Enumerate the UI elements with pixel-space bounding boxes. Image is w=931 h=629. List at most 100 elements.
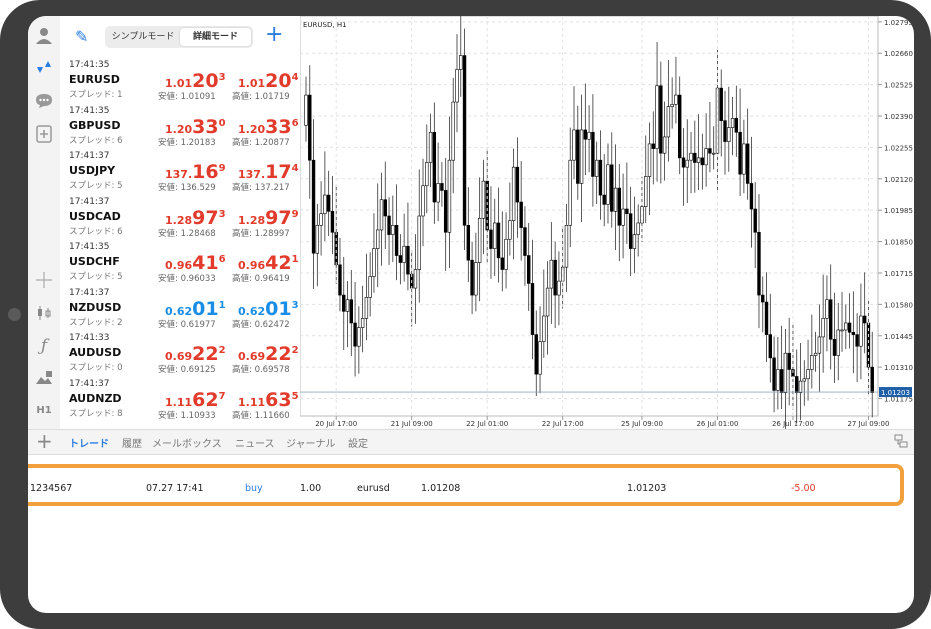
account-icon[interactable] — [34, 25, 54, 45]
candle-body — [470, 259, 474, 296]
bid-pip: 3 — [218, 72, 226, 83]
quote-bid[interactable]: 0.96416 — [165, 252, 226, 274]
ask-pip: 4 — [291, 163, 299, 174]
quote-row[interactable]: 17:41:37 USDJPY スプレッド: 5 137.169 137.174 安値: … — [60, 150, 300, 196]
ask-prefix: 0.69 — [238, 350, 266, 363]
quote-low: 安値: 0.61977 — [158, 319, 216, 330]
quotes-icon[interactable] — [34, 57, 54, 77]
detail-mode-button[interactable]: 詳細モード — [180, 28, 251, 46]
ask-prefix: 0.62 — [238, 304, 266, 318]
quote-bid[interactable]: 1.28973 — [165, 207, 226, 229]
ask-pip: 9 — [291, 208, 299, 220]
quote-row[interactable]: 17:41:37 AUDNZD スプレッド: 8 1.11627 1.11635 安値: … — [60, 378, 300, 424]
tab-trade[interactable]: トレード — [69, 435, 109, 450]
mode-switch: シンプルモード 詳細モード — [105, 26, 253, 48]
quote-time: 17:41:35 — [69, 105, 110, 116]
chat-icon[interactable] — [34, 91, 54, 111]
timeframe-icon[interactable]: H1 — [34, 400, 54, 420]
bottom-tab-bar: + トレード 履歴 メールボックス ニュース ジャーナル 設定 — [28, 429, 914, 455]
quote-bid[interactable]: 1.20330 — [165, 116, 226, 138]
add-symbol-icon[interactable]: + — [265, 22, 283, 47]
objects-icon[interactable] — [34, 368, 54, 388]
tab-news[interactable]: ニュース — [235, 435, 275, 450]
candle-body — [342, 294, 346, 312]
x-tick-label: 26 Jul 01:00 — [696, 420, 738, 428]
candle-body — [515, 166, 520, 203]
candle-body — [727, 127, 731, 142]
chart-svg[interactable]: EURUSD, H1 1.027951.026601.025251.023901.… — [300, 16, 914, 429]
tab-settings[interactable]: 設定 — [348, 435, 368, 450]
ask-big: 42 — [265, 252, 292, 274]
candle-body — [417, 215, 421, 270]
candle-body — [326, 194, 331, 212]
quote-ask[interactable]: 1.01204 — [238, 70, 299, 92]
candle-body — [489, 229, 493, 249]
quote-bid[interactable]: 1.01203 — [165, 70, 226, 92]
candle-body — [606, 164, 610, 205]
trade-row[interactable]: 1234567 07.27 17:41 buy 1.00 eurusd 1.01… — [28, 464, 904, 506]
candle-body — [851, 331, 856, 335]
new-order-icon[interactable] — [34, 124, 54, 144]
bid-prefix: 1.11 — [165, 395, 193, 409]
candle-body — [636, 222, 640, 235]
simple-mode-button[interactable]: シンプルモード — [107, 28, 179, 46]
quote-row[interactable]: 17:41:35 GBPUSD スプレッド: 6 1.20330 1.20336 安値: … — [60, 105, 300, 151]
candle-body — [678, 94, 682, 159]
bid-big: 20 — [192, 70, 219, 92]
edit-icon[interactable]: ✎ — [75, 27, 88, 46]
trade-ticket: 1234567 — [30, 483, 73, 494]
indicators-icon[interactable] — [34, 303, 54, 323]
quote-bid[interactable]: 0.69222 — [165, 343, 226, 365]
candle-body — [749, 183, 754, 210]
add-icon[interactable]: + — [36, 429, 53, 453]
candle-body — [870, 366, 874, 394]
bid-pip: 1 — [218, 299, 226, 311]
bid-prefix: 137. — [165, 168, 193, 181]
candle-body — [840, 329, 844, 332]
quote-symbol: GBPUSD — [69, 118, 121, 132]
candle-body — [594, 159, 599, 177]
quote-ask[interactable]: 0.96421 — [238, 252, 299, 274]
function-icon[interactable]: ƒ — [34, 336, 54, 356]
candle-body — [545, 287, 550, 317]
quote-ask[interactable]: 0.62013 — [238, 298, 299, 320]
quote-row[interactable]: 17:41:35 USDCHF スプレッド: 5 0.96416 0.96421 安値: … — [60, 241, 300, 287]
ask-big: 63 — [265, 388, 292, 411]
quote-symbol: USDCHF — [69, 255, 120, 268]
ask-big: 20 — [265, 70, 292, 92]
crosshair-icon[interactable] — [34, 270, 54, 290]
quote-time: 17:41:37 — [69, 378, 110, 389]
candle-body — [772, 357, 776, 391]
quote-ask[interactable]: 137.174 — [238, 161, 299, 183]
candle-body — [436, 183, 440, 203]
tab-history[interactable]: 履歴 — [122, 435, 142, 450]
candle-body — [334, 231, 338, 266]
quote-bid[interactable]: 0.62011 — [165, 298, 226, 320]
y-tick-label: 1.01850 — [884, 239, 913, 247]
candle-body — [376, 229, 380, 249]
quote-row[interactable]: 17:41:37 NZDUSD スプレッド: 2 0.62011 0.62013 安値: … — [60, 287, 300, 333]
candle-body — [383, 199, 387, 217]
quote-ask[interactable]: 1.20336 — [238, 116, 299, 138]
price-chart[interactable]: EURUSD, H1 1.02795 1.02660 1.02525 1.02390 1.… — [300, 16, 914, 429]
quote-ask[interactable]: 1.11635 — [238, 389, 299, 411]
tab-mailbox[interactable]: メールボックス — [152, 435, 222, 450]
quote-ask[interactable]: 0.69222 — [238, 343, 299, 365]
candle-body — [553, 259, 557, 296]
quote-bid[interactable]: 1.11627 — [165, 389, 226, 411]
y-tick-label: 1.01985 — [884, 207, 913, 215]
quote-row[interactable]: 17:41:35 EURUSD スプレッド: 1 1.01203 1.01204 安値: … — [60, 59, 300, 105]
bid-pip: 0 — [218, 117, 226, 129]
candle-body — [855, 334, 859, 347]
candle-body — [757, 231, 761, 296]
layout-icon[interactable] — [894, 434, 908, 452]
candle-body — [768, 334, 773, 359]
quote-row[interactable]: 17:41:37 USDCAD スプレッド: 6 1.28973 1.28979 安値: … — [60, 196, 300, 242]
candle-body — [647, 143, 652, 177]
quote-bid[interactable]: 137.169 — [165, 161, 226, 183]
quote-ask[interactable]: 1.28979 — [238, 207, 299, 229]
tab-journal[interactable]: ジャーナル — [286, 435, 336, 450]
quote-row[interactable]: 17:41:33 AUDUSD スプレッド: 0 0.69222 0.69222 安値: … — [60, 332, 300, 378]
bid-pip: 3 — [218, 208, 226, 220]
ask-prefix: 1.11 — [238, 395, 266, 409]
